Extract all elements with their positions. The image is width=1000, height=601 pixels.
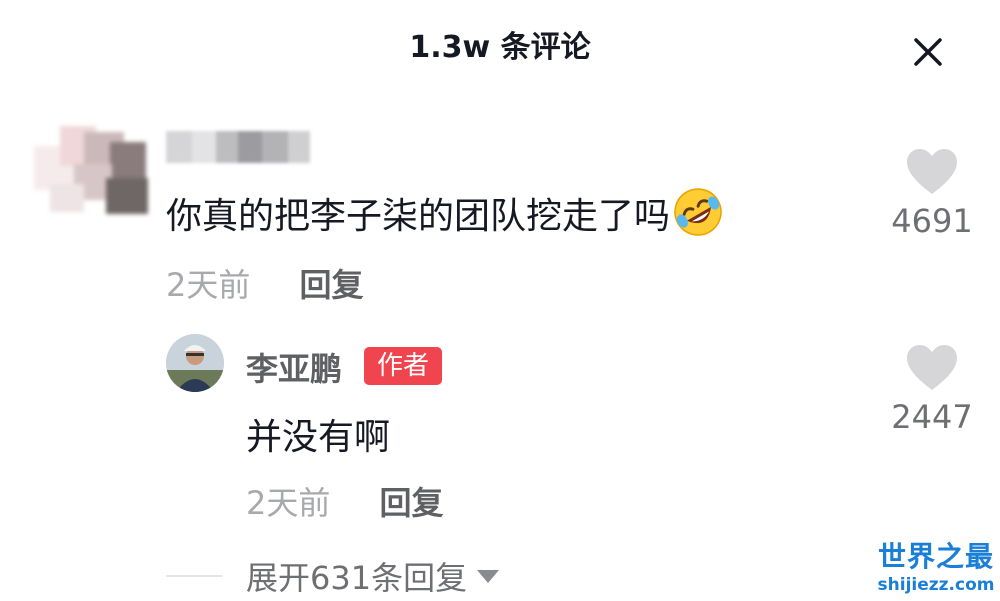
heart-icon [907,345,957,390]
close-icon [914,38,942,66]
rofl-emoji-icon [672,186,724,238]
expand-divider [166,575,222,577]
reply-reply-button[interactable]: 回复 [379,484,443,522]
watermark-url: shijiezz.com [877,575,995,595]
heart-icon [907,149,957,194]
author-badge: 作者 [364,347,442,385]
author-name[interactable]: 李亚鹏 [246,344,342,390]
reply-text: 并没有啊 [246,417,391,458]
close-button[interactable] [906,30,950,74]
comment-reply-button[interactable]: 回复 [299,266,363,304]
comment-text-content: 你真的把李子柒的团队挖走了吗 [166,196,671,237]
expand-replies-label: 展开631条回复 [246,559,468,597]
reply-like-count: 2447 [891,398,973,436]
comment-meta: 2天前 回复 [166,260,363,306]
caret-down-icon [477,570,500,583]
author-avatar[interactable] [166,334,224,392]
comments-header-title: 1.3w 条评论 [409,30,591,65]
watermark: 世界之最 shijiezz.com [876,540,996,596]
reply-meta: 2天前 回复 [246,478,443,524]
expand-replies-button[interactable]: 展开631条回复 [246,553,500,599]
comment-like-count: 4691 [891,202,973,240]
reply-time: 2天前 [246,484,331,522]
commenter-avatar-blurred[interactable] [34,118,152,218]
comment-text: 你真的把李子柒的团队挖走了吗 [166,186,724,239]
reply-like-button[interactable] [906,344,958,392]
comment-like-button[interactable] [906,148,958,196]
comment-time: 2天前 [166,266,251,304]
commenter-name-blurred[interactable] [166,131,316,163]
watermark-title: 世界之最 [877,540,994,573]
